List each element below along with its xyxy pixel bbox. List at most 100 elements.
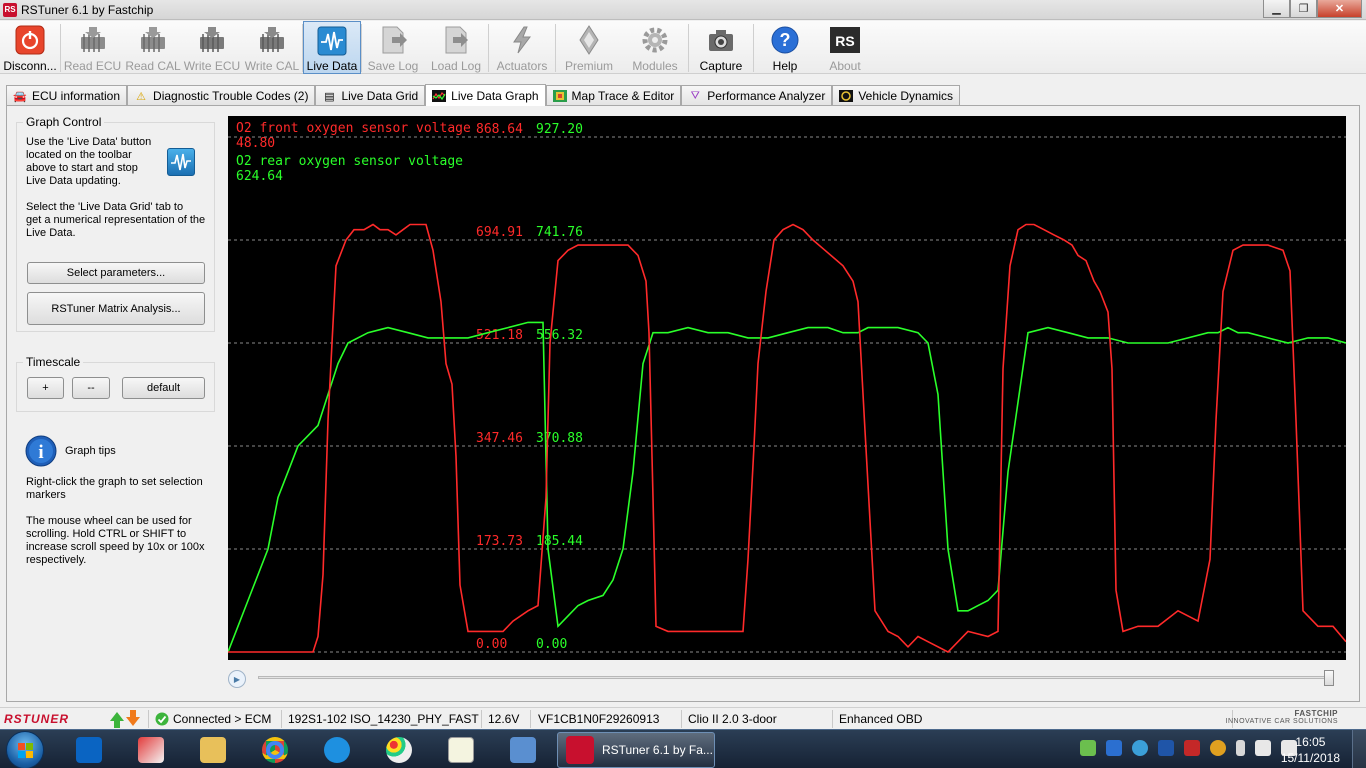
actuators-button[interactable]: Actuators (489, 21, 555, 74)
tray-warning-icon[interactable] (1210, 740, 1226, 756)
play-icon[interactable]: ▶ (228, 670, 246, 688)
ecu-id: 192S1-102 (288, 712, 347, 726)
graph-scroll-track[interactable] (258, 676, 1332, 679)
chip-write-icon (256, 24, 288, 56)
graph-tips-scrolling: The mouse wheel can be used for scrollin… (26, 515, 205, 566)
chip-write-icon (196, 24, 228, 56)
rear-series-name: O2 rear oxygen sensor voltage (236, 154, 463, 169)
car-icon: 🚘 (13, 90, 27, 103)
front-series-name: O2 front oxygen sensor voltage (236, 121, 471, 136)
load-log-icon (440, 24, 472, 56)
taskbar-outlook[interactable] (62, 732, 116, 768)
tray-signal-icon[interactable] (1255, 740, 1271, 756)
live-data-graph[interactable]: 868.64 927.20 694.91 741.76 521.18 556.32 347.… (228, 116, 1346, 660)
rear-axis-label: 741.76 (536, 225, 583, 240)
camera-icon (705, 24, 737, 56)
save-log-button[interactable]: Save Log (362, 21, 424, 74)
premium-button[interactable]: Premium (556, 21, 622, 74)
renault-icon (573, 24, 605, 56)
tab-ecu-information[interactable]: 🚘 ECU information (6, 85, 128, 106)
window-title: RSTuner 6.1 by Fastchip (21, 2, 154, 17)
rear-axis-label: 0.00 (536, 637, 567, 652)
taskbar-editor[interactable] (434, 732, 488, 768)
app-icon: RS (3, 2, 17, 17)
graph-scroll-area: ▶ (228, 666, 1346, 690)
graph-scroll-thumb[interactable] (1324, 670, 1334, 686)
tray-globe-icon[interactable] (1132, 740, 1148, 756)
taskbar-clock[interactable]: 16:05 15/11/2018 (1281, 734, 1340, 766)
tray-malwarebytes-icon[interactable] (1106, 740, 1122, 756)
tab-live-data-graph[interactable]: Live Data Graph (425, 84, 546, 106)
load-log-button[interactable]: Load Log (424, 21, 488, 74)
chip-read-icon (137, 24, 169, 56)
battery-voltage: 12.6V (488, 712, 520, 726)
modules-button[interactable]: Modules (622, 21, 688, 74)
rstuner-logo: RSTUNER (4, 712, 70, 726)
warning-icon: ⚠ (136, 90, 146, 103)
connection-arrows-icon (108, 709, 142, 729)
fastchip-brand: FASTCHIP INNOVATIVE CAR SOLUTIONS (1225, 709, 1338, 726)
graph-icon (432, 89, 447, 102)
close-button[interactable]: ✕ (1317, 0, 1362, 18)
read-cal-button[interactable]: Read CAL (124, 21, 182, 74)
minimize-button[interactable]: ▁ (1263, 0, 1290, 18)
svg-text:i: i (38, 442, 43, 463)
explorer-icon (200, 737, 226, 763)
tray-antivirus-icon[interactable] (1184, 740, 1200, 756)
about-button[interactable]: RS About (816, 21, 874, 74)
matrix-analysis-button[interactable]: RSTuner Matrix Analysis... (27, 292, 205, 325)
graph-tips-selection: Right-click the graph to set selection m… (26, 476, 203, 501)
svg-text:?: ? (780, 30, 791, 50)
timescale-plus-button[interactable]: + (27, 377, 64, 399)
taskbar-paint[interactable] (372, 732, 426, 768)
write-cal-button[interactable]: Write CAL (242, 21, 302, 74)
taskbar-network[interactable] (496, 732, 550, 768)
taskbar-explorer[interactable] (186, 732, 240, 768)
tray-network-icon[interactable] (1080, 740, 1096, 756)
live-data-chart[interactable]: 868.64 927.20694.91 741.76521.18 556.32347.… (228, 116, 1346, 660)
select-parameters-button[interactable]: Select parameters... (27, 262, 205, 284)
taskbar-rstuner[interactable]: RSTuner 6.1 by Fa... (557, 732, 715, 768)
taskbar-chrome[interactable] (248, 732, 302, 768)
svg-text:RS: RS (835, 33, 854, 49)
show-desktop-button[interactable] (1352, 730, 1366, 768)
outlook-icon (76, 737, 102, 763)
timescale-panel: Timescale + -- default (16, 355, 215, 412)
taskbar-paint-tool[interactable] (124, 732, 178, 768)
start-button[interactable] (6, 731, 44, 768)
capture-button[interactable]: Capture (689, 21, 753, 74)
front-axis-label: 0.00 (476, 637, 507, 652)
live-data-button[interactable]: Live Data (303, 21, 361, 74)
title-bar: RS RSTuner 6.1 by Fastchip ▁ ❐ ✕ (0, 0, 1366, 20)
tab-diagnostic-trouble-codes[interactable]: ⚠ Diagnostic Trouble Codes (2) (127, 85, 316, 106)
tab-bar: 🚘 ECU information ⚠ Diagnostic Trouble Cod… (6, 84, 961, 106)
graph-control-instructions: Use the 'Live Data' button located on th… (26, 136, 152, 187)
front-axis-label: 694.91 (476, 225, 523, 240)
tab-map-trace-editor[interactable]: Map Trace & Editor (545, 85, 682, 106)
paint-icon (386, 737, 412, 763)
timescale-default-button[interactable]: default (122, 377, 205, 399)
front-axis-label: 173.73 (476, 534, 523, 549)
read-ecu-button[interactable]: Read ECU (61, 21, 124, 74)
network-icon (510, 737, 536, 763)
live-data-icon (167, 148, 195, 176)
save-log-icon (377, 24, 409, 56)
help-button[interactable]: ? Help (754, 21, 816, 74)
dynamics-icon (839, 90, 854, 102)
chrome-icon (262, 737, 288, 763)
rear-series-line (228, 321, 1346, 653)
tray-battery-icon[interactable] (1236, 740, 1245, 756)
front-series-line (228, 223, 1346, 653)
tab-performance-analyzer[interactable]: ⛛ Performance Analyzer (681, 85, 833, 106)
help-icon: ? (769, 24, 801, 56)
maximize-button[interactable]: ❐ (1290, 0, 1317, 18)
taskbar-internet-explorer[interactable] (310, 732, 364, 768)
tab-vehicle-dynamics[interactable]: Vehicle Dynamics (832, 85, 961, 106)
tray-bluetooth-icon[interactable] (1158, 740, 1174, 756)
write-ecu-button[interactable]: Write ECU (182, 21, 242, 74)
disconnect-button[interactable]: Disconn... (0, 21, 60, 74)
timescale-minus-button[interactable]: -- (72, 377, 110, 399)
status-bar: RSTUNER Connected > ECM 192S1-102 ISO_14… (0, 707, 1366, 729)
rear-axis-label: 370.88 (536, 431, 583, 446)
tab-live-data-grid[interactable]: ▤ Live Data Grid (315, 85, 426, 106)
